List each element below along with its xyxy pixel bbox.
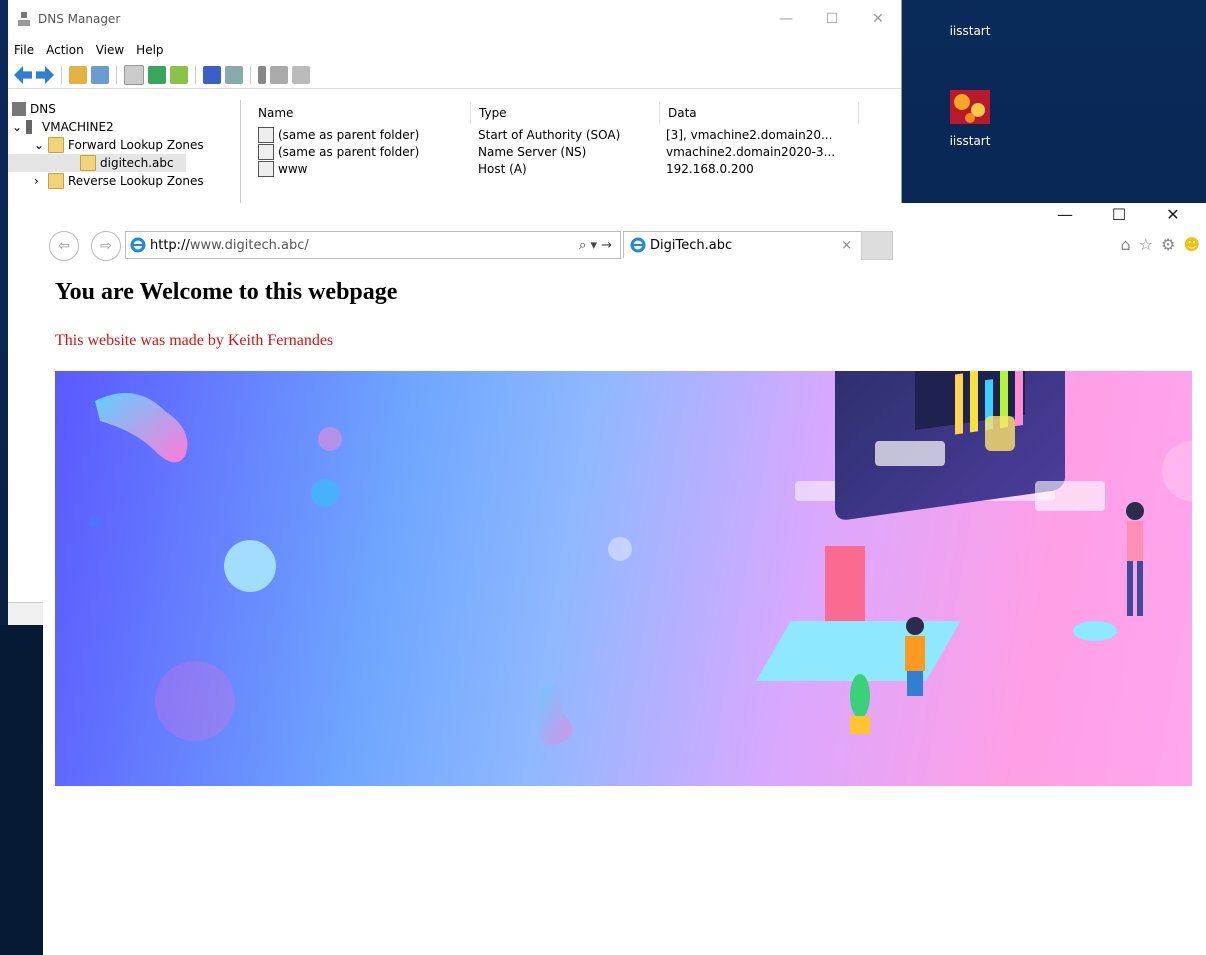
server-icon bbox=[26, 120, 32, 134]
tree-item-vmachine2[interactable]: ⌄ VMACHINE2 bbox=[8, 118, 240, 136]
folder-icon bbox=[48, 173, 64, 189]
folder-icon bbox=[48, 137, 64, 153]
table-row[interactable]: (same as parent folder) Name Server (NS)… bbox=[248, 143, 898, 160]
server-icon[interactable] bbox=[258, 66, 266, 84]
tab-digitech[interactable]: DigiTech.abc × bbox=[623, 231, 863, 258]
minimize-button[interactable]: — bbox=[1038, 205, 1092, 224]
record-icon bbox=[258, 160, 274, 177]
back-arrow-icon[interactable] bbox=[14, 66, 32, 84]
tree-item-digitech-abc[interactable]: digitech.abc bbox=[8, 154, 186, 172]
desktop-icon-label: iisstart bbox=[949, 24, 991, 38]
menu-help[interactable]: Help bbox=[130, 43, 169, 57]
web-page-content: You are Welcome to this webpage This web… bbox=[43, 265, 1206, 786]
close-button[interactable]: ✕ bbox=[855, 11, 901, 27]
console-icon[interactable] bbox=[225, 66, 243, 84]
tree-item-dns[interactable]: DNS bbox=[8, 100, 240, 118]
back-arrow-icon: ⇦ bbox=[58, 238, 70, 254]
menu-action[interactable]: Action bbox=[40, 43, 90, 57]
dns-records-list: Name Type Data (same as parent folder) S… bbox=[248, 100, 898, 177]
dns-toolbar bbox=[8, 62, 901, 89]
close-button[interactable]: ✕ bbox=[1146, 205, 1200, 224]
forward-arrow-icon[interactable] bbox=[36, 66, 54, 84]
tab-title: DigiTech.abc bbox=[650, 237, 733, 253]
forward-arrow-icon: ⇨ bbox=[100, 238, 112, 254]
record-icon bbox=[258, 126, 274, 143]
menu-file[interactable]: File bbox=[8, 43, 40, 57]
dns-title-bar[interactable]: DNS Manager — ☐ ✕ bbox=[8, 0, 901, 38]
table-row[interactable]: www Host (A) 192.168.0.200 bbox=[248, 160, 898, 177]
dns-menu-bar: File Action View Help bbox=[8, 38, 901, 62]
page-heading: You are Welcome to this webpage bbox=[55, 279, 398, 305]
properties-icon[interactable] bbox=[124, 65, 144, 85]
help-icon[interactable] bbox=[203, 66, 221, 84]
copy-icon[interactable] bbox=[292, 66, 310, 84]
new-tab-button[interactable] bbox=[861, 231, 893, 260]
smiley-feedback-icon[interactable]: ☻ bbox=[1183, 235, 1200, 254]
url-scheme: http:// bbox=[150, 237, 190, 253]
desktop-shortcut-iisstart-2[interactable]: iisstart bbox=[925, 88, 1015, 148]
desktop-shortcut-iisstart-1[interactable]: iisstart bbox=[925, 0, 1015, 38]
list-header: Name Type Data bbox=[248, 100, 898, 126]
search-icon[interactable]: ⌕ ▾ → bbox=[579, 238, 612, 253]
chevron-down-icon[interactable]: ⌄ bbox=[12, 120, 26, 134]
desktop-taskbar-strip bbox=[0, 625, 43, 955]
zone-icon bbox=[80, 155, 96, 171]
tree-item-forward-lookup-zones[interactable]: ⌄ Forward Lookup Zones bbox=[8, 136, 240, 154]
tree-item-reverse-lookup-zones[interactable]: › Reverse Lookup Zones bbox=[8, 172, 240, 190]
browser-window[interactable]: — ☐ ✕ ⇦ ⇨ http://www.digitech.abc/ ⌕ ▾ → bbox=[43, 203, 1206, 955]
home-icon[interactable]: ⌂ bbox=[1120, 235, 1130, 254]
column-header-name[interactable]: Name bbox=[248, 102, 471, 124]
url-text: www.digitech.abc/ bbox=[189, 237, 309, 253]
dns-window-title: DNS Manager bbox=[38, 12, 121, 26]
forward-button[interactable]: ⇨ bbox=[91, 231, 121, 261]
flower-image-icon bbox=[948, 88, 992, 128]
browser-toolbar-icons: ⌂ ☆ ⚙ ☻ bbox=[1120, 235, 1200, 254]
table-row[interactable]: (same as parent folder) Start of Authori… bbox=[248, 126, 898, 143]
address-bar[interactable]: http://www.digitech.abc/ ⌕ ▾ → bbox=[125, 231, 621, 259]
gear-icon[interactable]: ⚙ bbox=[1161, 235, 1175, 254]
banner-illustration bbox=[89, 371, 1192, 745]
minimize-button[interactable]: — bbox=[763, 11, 809, 27]
hero-banner-image bbox=[55, 371, 1192, 786]
ie-logo-icon bbox=[630, 237, 646, 253]
desktop-icon-label: iisstart bbox=[949, 134, 991, 148]
dns-root-icon bbox=[12, 102, 26, 116]
chevron-down-icon[interactable]: ⌄ bbox=[34, 138, 48, 152]
ie-shortcut-icon bbox=[948, 0, 992, 10]
export-list-icon[interactable] bbox=[170, 66, 188, 84]
dns-server-icon bbox=[18, 12, 30, 26]
favorites-star-icon[interactable]: ☆ bbox=[1139, 235, 1153, 254]
chevron-right-icon[interactable]: › bbox=[34, 174, 48, 188]
column-header-type[interactable]: Type bbox=[471, 102, 660, 124]
browser-header: — ☐ ✕ ⇦ ⇨ http://www.digitech.abc/ ⌕ ▾ → bbox=[43, 203, 1206, 265]
up-folder-icon[interactable] bbox=[69, 66, 87, 84]
ie-logo-icon bbox=[130, 237, 146, 253]
maximize-button[interactable]: ☐ bbox=[1092, 205, 1146, 224]
close-tab-icon[interactable]: × bbox=[841, 238, 852, 253]
maximize-button[interactable]: ☐ bbox=[809, 11, 855, 27]
column-header-data[interactable]: Data bbox=[660, 102, 859, 124]
show-hide-tree-icon[interactable] bbox=[91, 66, 109, 84]
page-subtitle: This website was made by Keith Fernandes bbox=[55, 332, 334, 349]
list-icon[interactable] bbox=[270, 66, 288, 84]
record-icon bbox=[258, 143, 274, 160]
menu-view[interactable]: View bbox=[90, 43, 130, 57]
back-button[interactable]: ⇦ bbox=[49, 231, 79, 261]
refresh-icon[interactable] bbox=[148, 66, 166, 84]
